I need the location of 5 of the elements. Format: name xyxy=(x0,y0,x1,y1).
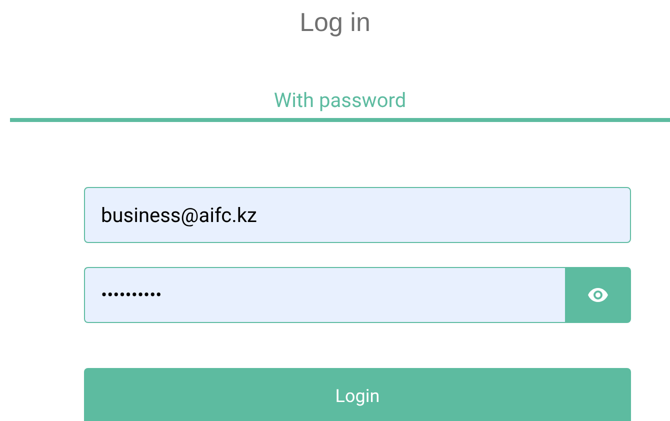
page-title: Log in xyxy=(300,6,370,38)
eye-icon xyxy=(588,288,608,302)
show-password-button[interactable] xyxy=(565,267,631,323)
password-field[interactable]: •••••••••• xyxy=(84,267,565,323)
email-field[interactable]: business@aifc.kz xyxy=(84,187,631,243)
